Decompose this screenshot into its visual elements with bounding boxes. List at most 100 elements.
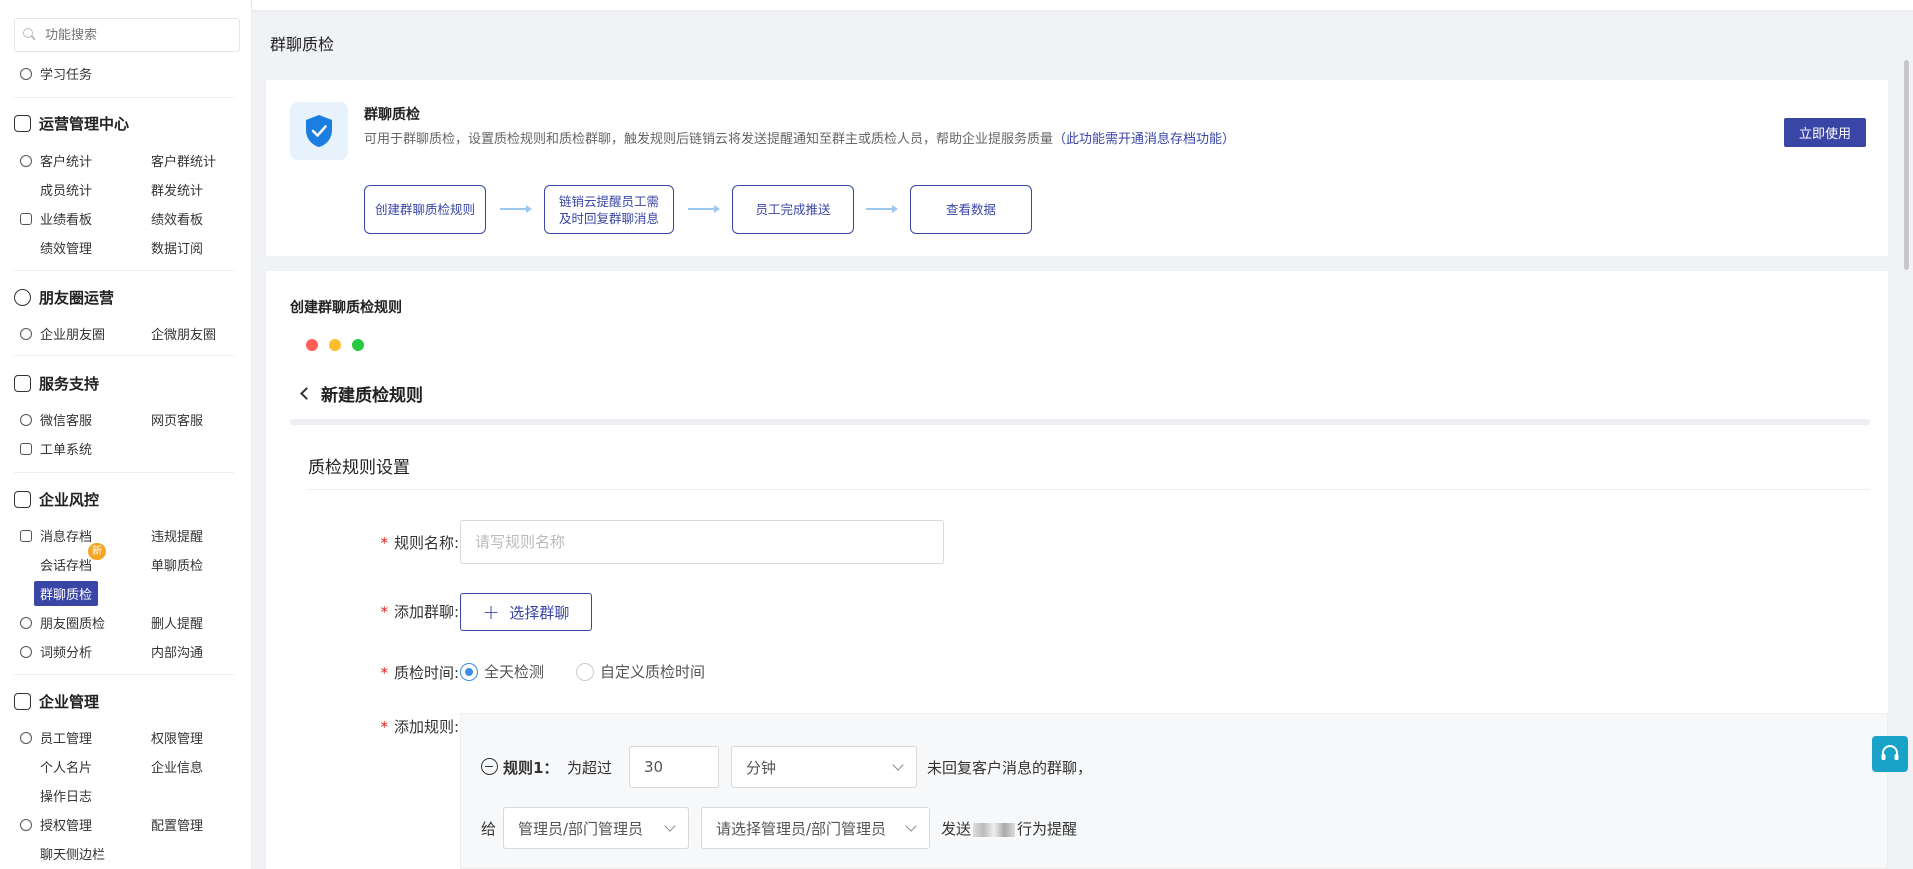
step-push-done: 员工完成推送 [732, 185, 854, 234]
step-remind: 链销云提醒员工需 及时回复群聊消息 [544, 185, 674, 234]
divider [14, 97, 234, 98]
radio-all-day[interactable]: 全天检测 [460, 661, 544, 682]
bulb-icon [20, 67, 32, 80]
arrow-icon [866, 205, 898, 213]
intro-description: 可用于群聊质检，设置质检规则和质检群聊，触发规则后链销云将发送提醒通知至群主或质… [364, 132, 1236, 147]
sidebar-item-kpi-manage[interactable]: 绩效管理 [40, 238, 92, 257]
sidebar-item-violation[interactable]: 违规提醒 [151, 526, 203, 545]
add-rule-label: * 添加规则: [380, 718, 459, 736]
sidebar-item-moments-qc[interactable]: 朋友圈质检 [20, 613, 105, 632]
rule-name-input[interactable] [475, 533, 943, 551]
arrow-icon [500, 205, 532, 213]
shield-check-icon [14, 491, 31, 508]
sidebar-item-ticket[interactable]: 工单系统 [20, 439, 92, 458]
sidebar-item-msg-archive[interactable]: 消息存档 [20, 526, 92, 545]
sidebar-item-perf-board[interactable]: 业绩看板 [20, 209, 92, 228]
section-risk: 企业风控 [14, 489, 99, 510]
radio-unchecked-icon [576, 662, 594, 681]
sidebar-item-permission[interactable]: 权限管理 [151, 728, 203, 747]
divider [290, 419, 1870, 425]
form-title: 质检规则设置 [308, 458, 410, 478]
sidebar-item-chat-sidebar[interactable]: 聊天侧边栏 [40, 844, 105, 863]
heart-icon [14, 375, 31, 392]
sidebar-item-staff[interactable]: 员工管理 [20, 728, 92, 747]
chevron-down-icon [892, 759, 904, 771]
sidebar-item-card[interactable]: 个人名片 [40, 757, 92, 776]
section-title: 创建群聊质检规则 [290, 300, 402, 316]
use-now-button[interactable]: 立即使用 [1784, 118, 1866, 147]
sidebar-item-data-sub[interactable]: 数据订阅 [151, 238, 203, 257]
search-input[interactable] [45, 27, 225, 43]
ticket-icon [20, 442, 32, 455]
search-icon [23, 28, 37, 42]
top-bar [252, 0, 1913, 10]
minutes-input[interactable]: 30 [629, 746, 719, 788]
section-service: 服务支持 [14, 373, 99, 394]
chevron-down-icon [664, 820, 676, 832]
shield-icon [20, 818, 32, 831]
sidebar-item-corp-info[interactable]: 企业信息 [151, 757, 203, 776]
sidebar-item-delete-alert[interactable]: 删人提醒 [151, 613, 203, 632]
sidebar-item-wecom-moments[interactable]: 企微朋友圈 [151, 324, 216, 343]
chevron-left-icon [300, 387, 313, 400]
section-ops: 运营管理中心 [14, 113, 129, 134]
sidebar-item-auth[interactable]: 授权管理 [20, 815, 92, 834]
role-select[interactable]: 管理员/部门管理员 [503, 807, 689, 849]
remove-rule-icon[interactable] [481, 758, 498, 775]
sidebar-item-internal[interactable]: 内部沟通 [151, 642, 203, 661]
add-group-label: * 添加群聊: [380, 603, 459, 621]
function-search[interactable] [14, 18, 240, 52]
moments-icon [20, 327, 32, 340]
rule-name-field[interactable] [460, 520, 944, 564]
sidebar-item-group-qc[interactable]: 群聊质检 [34, 581, 99, 606]
window-close-dot [306, 339, 318, 351]
sidebar-item-member-stats[interactable]: 成员统计 [40, 180, 92, 199]
chevron-down-icon [905, 820, 917, 832]
back-button[interactable]: 新建质检规则 [300, 381, 423, 406]
chat-icon [20, 413, 32, 426]
archive-icon [20, 529, 32, 542]
headset-icon[interactable] [1872, 736, 1908, 772]
sidebar-item-word-freq[interactable]: 词频分析 [20, 642, 92, 661]
section-moments: 朋友圈运营 [14, 287, 114, 308]
building-icon [14, 693, 31, 710]
sidebar-item-single-qc[interactable]: 单聊质检 [151, 555, 203, 574]
section-enterprise: 企业管理 [14, 691, 99, 712]
sidebar-item-group-stats[interactable]: 客户群统计 [151, 151, 216, 170]
admin-select[interactable]: 请选择管理员/部门管理员 [701, 807, 930, 849]
intro-title: 群聊质检 [364, 107, 420, 123]
unit-select[interactable]: 分钟 [731, 746, 917, 788]
new-badge: 新 [88, 543, 106, 560]
divider [308, 489, 1870, 490]
sidebar-item-op-log[interactable]: 操作日志 [40, 786, 92, 805]
shield-icon [20, 616, 32, 629]
select-group-button[interactable]: + 选择群聊 [460, 593, 592, 631]
intro-card: 群聊质检 可用于群聊质检，设置质检规则和质检群聊，触发规则后链销云将发送提醒通知… [266, 80, 1888, 256]
sidebar-item-mass-stats[interactable]: 群发统计 [151, 180, 203, 199]
line-chart-icon [20, 212, 32, 225]
sidebar-item-session-archive[interactable]: 会话存档 [40, 555, 92, 574]
scrollbar[interactable] [1904, 60, 1909, 270]
sidebar-item-learn[interactable]: 学习任务 [20, 64, 92, 83]
radio-checked-icon [460, 662, 478, 681]
plus-icon: + [482, 600, 500, 624]
rule-block: 规则1： 为超过 30 分钟 未回复客户消息的群聊， 给 管理员/部门管理员 请… [460, 713, 1888, 869]
sidebar-item-corp-moments[interactable]: 企业朋友圈 [20, 324, 105, 343]
sidebar-item-config[interactable]: 配置管理 [151, 815, 203, 834]
arrow-icon [688, 205, 720, 213]
give-label: 给 [481, 820, 497, 838]
radio-custom-time[interactable]: 自定义质检时间 [576, 661, 705, 682]
magnifier-icon [20, 645, 32, 658]
sidebar-item-web-service[interactable]: 网页客服 [151, 410, 203, 429]
archive-required-link[interactable]: （此功能需开通消息存档功能） [1053, 132, 1235, 147]
sidebar-item-kpi-board[interactable]: 绩效看板 [151, 209, 203, 228]
shield-check-icon [290, 102, 348, 160]
aperture-icon [14, 289, 31, 306]
rule-suffix: 未回复客户消息的群聊， [927, 759, 1093, 777]
sidebar-item-wechat-service[interactable]: 微信客服 [20, 410, 92, 429]
sidebar-item-customer-stats[interactable]: 客户统计 [20, 151, 92, 170]
qc-time-label: * 质检时间: [380, 664, 459, 682]
window-minimize-dot [329, 339, 341, 351]
page-title: 群聊质检 [270, 35, 335, 54]
divider [14, 472, 234, 473]
